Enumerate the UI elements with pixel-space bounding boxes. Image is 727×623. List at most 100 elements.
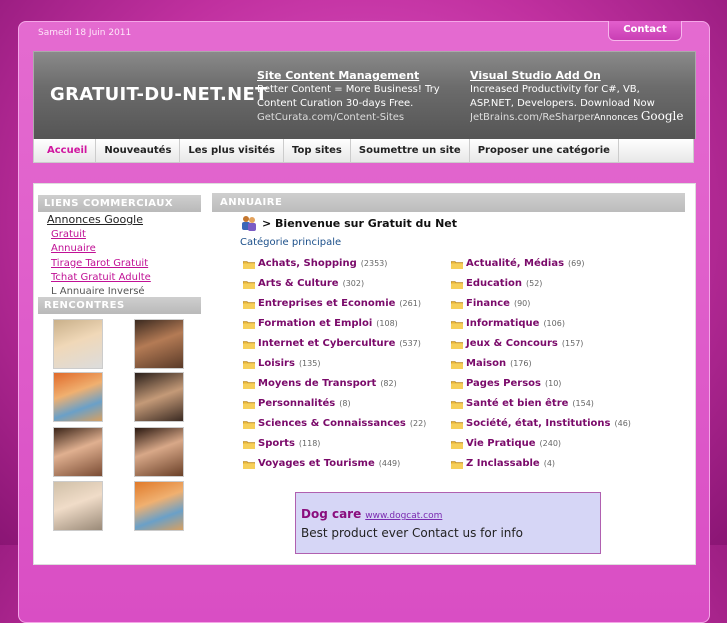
category-name[interactable]: Informatique (466, 318, 539, 329)
category-item[interactable]: Z Inclassable (4) (451, 458, 555, 469)
profile-photo[interactable] (134, 481, 184, 531)
category-name[interactable]: Internet et Cyberculture (258, 338, 395, 349)
categorie-principale-link[interactable]: Catégorie principale (240, 237, 341, 248)
category-name[interactable]: Voyages et Tourisme (258, 458, 375, 469)
category-item[interactable]: Achats, Shopping (2353) (243, 258, 387, 269)
category-name[interactable]: Arts & Culture (258, 278, 339, 289)
site-logo[interactable]: GRATUIT-DU-NET.NET (50, 84, 268, 105)
welcome-text: > Bienvenue sur Gratuit du Net (262, 216, 457, 230)
annonces-google-link[interactable]: Annonces Google (47, 213, 151, 227)
rencontres-title: RENCONTRES (38, 297, 201, 314)
category-item[interactable]: Internet et Cyberculture (537) (243, 338, 421, 349)
category-count: (82) (380, 379, 397, 388)
category-item[interactable]: Formation et Emploi (108) (243, 318, 398, 329)
category-name[interactable]: Education (466, 278, 522, 289)
category-count: (90) (513, 299, 531, 308)
nav-proposer-categorie[interactable]: Proposer une catégorie (470, 138, 619, 163)
category-item[interactable]: Pages Persos (10) (451, 378, 561, 389)
folder-icon (451, 421, 463, 429)
header-ad-url[interactable]: GetCurata.com/Content-Sites (257, 111, 472, 124)
category-item[interactable]: Informatique (106) (451, 318, 565, 329)
folder-icon (451, 361, 463, 369)
nav-nouveautes[interactable]: Nouveautés (96, 138, 181, 163)
bottom-ad-url[interactable]: www.dogcat.com (365, 511, 442, 521)
category-item[interactable]: Sciences & Connaissances (22) (243, 418, 426, 429)
category-item[interactable]: Santé et bien être (154) (451, 398, 594, 409)
category-item[interactable]: Loisirs (135) (243, 358, 320, 369)
annonces-label: Annonces (594, 113, 638, 123)
sidebar-link[interactable]: Tirage Tarot Gratuit (47, 257, 151, 271)
folder-icon (243, 401, 255, 409)
folder-icon (243, 321, 255, 329)
folder-icon (451, 381, 463, 389)
profile-photo[interactable] (53, 427, 103, 477)
category-name[interactable]: Moyens de Transport (258, 378, 376, 389)
category-count: (69) (568, 259, 585, 268)
folder-icon (243, 381, 255, 389)
welcome-heading: > Bienvenue sur Gratuit du Net (240, 214, 457, 232)
category-count: (302) (342, 279, 365, 288)
profile-photo[interactable] (134, 319, 184, 369)
category-name[interactable]: Z Inclassable (466, 458, 540, 469)
category-name[interactable]: Maison (466, 358, 506, 369)
category-item[interactable]: Arts & Culture (302) (243, 278, 364, 289)
category-item[interactable]: Société, état, Institutions (46) (451, 418, 631, 429)
header-ad-title[interactable]: Visual Studio Add On (470, 69, 675, 83)
folder-icon (451, 401, 463, 409)
category-name[interactable]: Entreprises et Economie (258, 298, 395, 309)
people-icon (242, 216, 256, 231)
sidebar-link[interactable]: Annuaire (47, 242, 151, 256)
category-item[interactable]: Finance (90) (451, 298, 530, 309)
nav-top-sites[interactable]: Top sites (284, 138, 351, 163)
contact-button[interactable]: Contact (608, 21, 682, 41)
nav-plus-visites[interactable]: Les plus visités (180, 138, 284, 163)
folder-icon (243, 461, 255, 469)
category-name[interactable]: Sports (258, 438, 295, 449)
annonces-google-badge[interactable]: Annonces Google (594, 109, 683, 123)
profile-photo[interactable] (53, 372, 103, 422)
profile-photo[interactable] (53, 481, 103, 531)
bottom-ad-title-row[interactable]: Dog care www.dogcat.com (301, 507, 442, 521)
category-name[interactable]: Jeux & Concours (466, 338, 558, 349)
category-item[interactable]: Sports (118) (243, 438, 320, 449)
sidebar-link[interactable]: Tchat Gratuit Adulte (47, 271, 151, 285)
category-name[interactable]: Formation et Emploi (258, 318, 372, 329)
category-name[interactable]: Sciences & Connaissances (258, 418, 406, 429)
annuaire-title: ANNUAIRE (212, 193, 685, 212)
category-item[interactable]: Maison (176) (451, 358, 532, 369)
category-item[interactable]: Personnalités (8) (243, 398, 351, 409)
category-name[interactable]: Santé et bien être (466, 398, 568, 409)
folder-icon (451, 261, 463, 269)
bottom-ad-title[interactable]: Dog care (301, 507, 361, 521)
category-name[interactable]: Finance (466, 298, 510, 309)
header-ad-title[interactable]: Site Content Management (257, 69, 472, 83)
profile-photo[interactable] (134, 372, 184, 422)
category-item[interactable]: Entreprises et Economie (261) (243, 298, 421, 309)
category-count: (4) (543, 459, 556, 468)
folder-icon (243, 421, 255, 429)
category-item[interactable]: Voyages et Tourisme (449) (243, 458, 400, 469)
category-name[interactable]: Personnalités (258, 398, 335, 409)
profile-photo[interactable] (134, 427, 184, 477)
category-name[interactable]: Achats, Shopping (258, 258, 357, 269)
category-count: (2353) (360, 259, 388, 268)
category-count: (46) (614, 419, 631, 428)
category-item[interactable]: Jeux & Concours (157) (451, 338, 583, 349)
folder-icon (451, 301, 463, 309)
category-name[interactable]: Société, état, Institutions (466, 418, 610, 429)
nav-accueil[interactable]: Accueil (34, 138, 97, 163)
category-count: (154) (572, 399, 594, 408)
category-name[interactable]: Vie Pratique (466, 438, 536, 449)
profile-photo[interactable] (53, 319, 103, 369)
sidebar-link[interactable]: Gratuit (47, 228, 151, 242)
category-item[interactable]: Vie Pratique (240) (451, 438, 561, 449)
nav-soumettre[interactable]: Soumettre un site (351, 138, 470, 163)
category-name[interactable]: Actualité, Médias (466, 258, 564, 269)
category-item[interactable]: Actualité, Médias (69) (451, 258, 584, 269)
category-item[interactable]: Moyens de Transport (82) (243, 378, 397, 389)
folder-icon (243, 341, 255, 349)
header-ad-1[interactable]: Site Content Management Better Content =… (257, 69, 472, 124)
category-name[interactable]: Pages Persos (466, 378, 541, 389)
category-name[interactable]: Loisirs (258, 358, 295, 369)
category-item[interactable]: Education (52) (451, 278, 542, 289)
